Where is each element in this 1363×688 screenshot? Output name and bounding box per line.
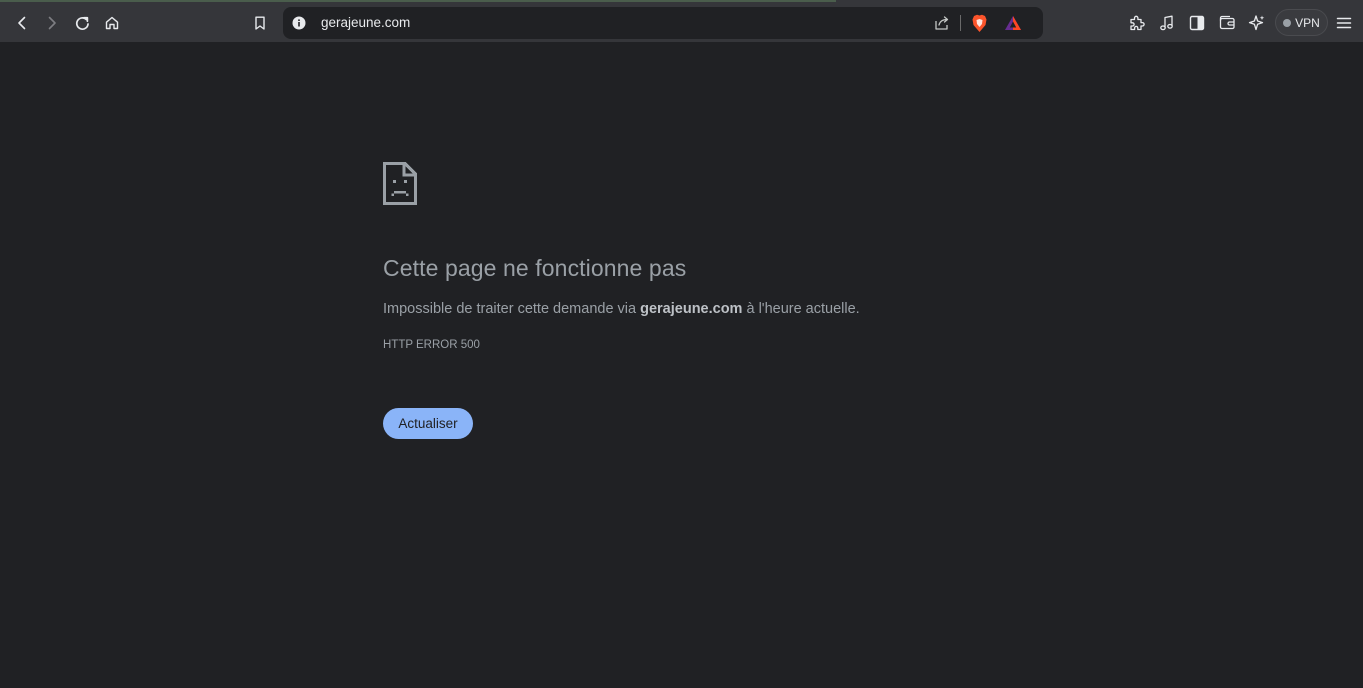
address-bar-divider [960, 15, 961, 31]
error-title: Cette page ne fonctionne pas [383, 255, 687, 281]
vpn-label: VPN [1295, 15, 1320, 30]
vpn-status-dot-icon [1283, 18, 1292, 27]
sad-page-icon [383, 162, 417, 205]
vpn-button[interactable]: VPN [1275, 9, 1328, 36]
reload-icon[interactable] [67, 8, 97, 38]
back-arrow-icon[interactable] [7, 8, 37, 38]
home-icon[interactable] [97, 8, 127, 38]
error-code: HTTP ERROR 500 [383, 339, 480, 351]
browser-toolbar: gerajeune.com VPN [0, 0, 1363, 42]
error-description-suffix: à l'heure actuelle. [742, 301, 860, 317]
error-description-prefix: Impossible de traiter cette demande via [383, 301, 641, 317]
hamburger-menu-icon[interactable] [1329, 8, 1359, 38]
info-icon[interactable] [292, 16, 306, 30]
page-load-progress [0, 0, 836, 2]
puzzle-extensions-icon[interactable] [1122, 8, 1152, 38]
url-text[interactable]: gerajeune.com [321, 15, 410, 30]
reload-button[interactable]: Actualiser [383, 408, 473, 439]
bookmark-icon[interactable] [245, 8, 275, 38]
address-bar[interactable]: gerajeune.com [283, 7, 1043, 39]
forward-arrow-icon[interactable] [37, 8, 67, 38]
share-icon[interactable] [931, 13, 953, 33]
leo-ai-sparkle-icon[interactable] [1242, 8, 1272, 38]
brave-rewards-icon[interactable] [1002, 13, 1024, 33]
error-description: Impossible de traiter cette demande via … [383, 301, 860, 317]
error-description-domain: gerajeune.com [640, 301, 743, 317]
wallet-icon[interactable] [1212, 8, 1242, 38]
music-note-icon[interactable] [1152, 8, 1182, 38]
brave-shields-icon[interactable] [968, 13, 990, 33]
sidebar-icon[interactable] [1182, 8, 1212, 38]
